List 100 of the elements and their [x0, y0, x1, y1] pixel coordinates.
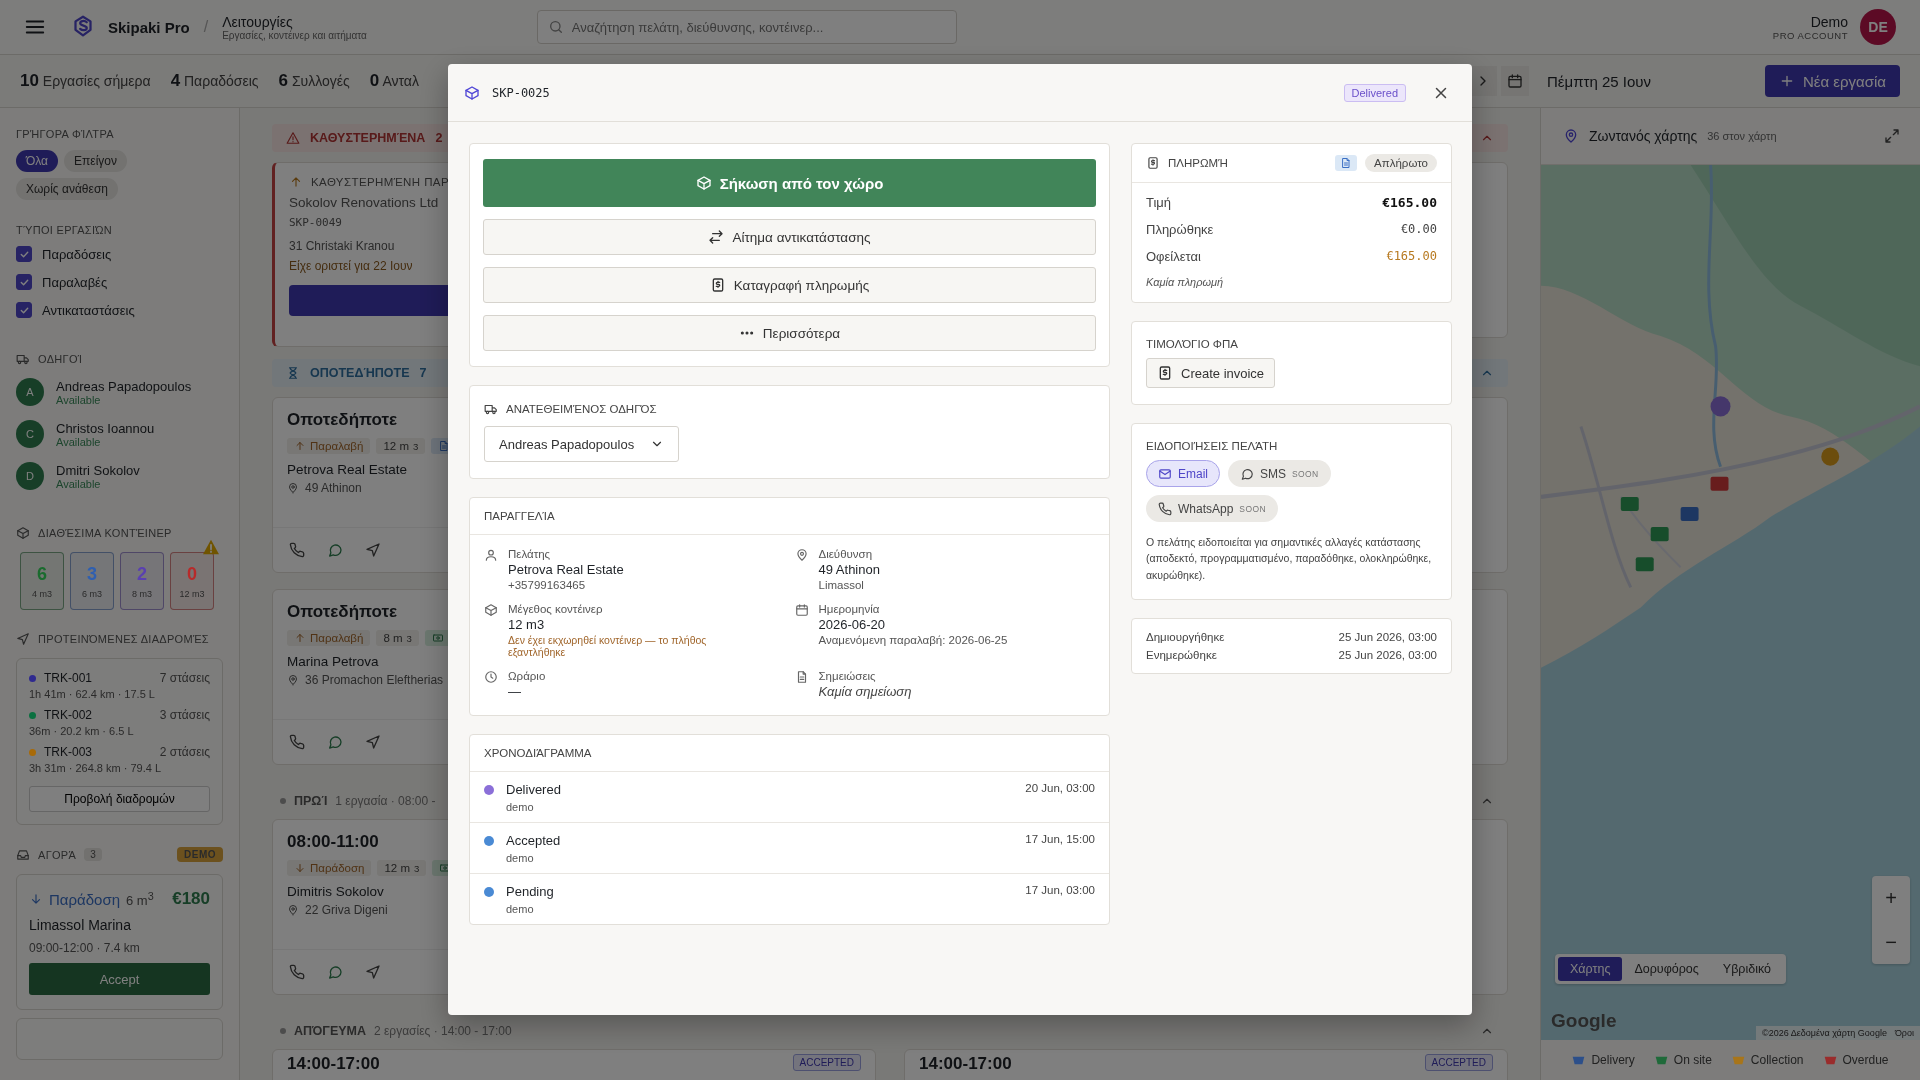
field-label: Πελάτης — [508, 548, 552, 560]
status-badge: ACCEPTED — [1424, 1054, 1493, 1071]
soon-tag: SOON — [1239, 503, 1266, 514]
section-count: 2 — [435, 131, 443, 145]
section-heading: ΤΎΠΟΙ ΕΡΓΑΣΙΏΝ — [16, 224, 114, 236]
payment-amount: €0.00 — [1400, 222, 1437, 237]
job-time: 14:00-17:00 — [287, 1054, 380, 1074]
field-value: 49 Athinon — [818, 562, 880, 577]
status-badge: Delivered — [1343, 83, 1406, 102]
user-name: Demo — [1810, 13, 1848, 30]
payment-note: Καμία πληρωμή — [1146, 276, 1225, 288]
card-title: ΑΝΑΤΕΘΕΙΜΈΝΟΣ ΟΔΗΓΌΣ — [506, 403, 657, 415]
event-user: demo — [506, 801, 535, 813]
driver-avatar: A — [16, 378, 44, 406]
job-address: 22 Griva Digeni — [305, 903, 388, 917]
container-count: 3 — [87, 563, 97, 585]
field-value: Καμία σημείωση — [818, 684, 912, 699]
driver-status: Available — [56, 477, 102, 490]
section-summary: 2 εργασίες · 14:00 - 17:00 — [374, 1024, 512, 1038]
job-time: 08:00-11:00 — [287, 832, 379, 852]
current-date: Πέμπτη 25 Ιουν — [1546, 72, 1651, 90]
section-heading: ΟΔΗΓΟΊ — [38, 353, 83, 365]
job-time: Οποτεδήποτε — [287, 602, 398, 622]
field-value: 2026-06-20 — [818, 617, 886, 632]
job-type-chip: Παράδοση — [287, 860, 372, 876]
due-note: Είχε οριστεί για 22 Ιουν — [289, 259, 413, 273]
stat-summary: 4 Παραδόσεις — [170, 71, 259, 91]
card-title: ΠΑΡΑΓΓΕΛΊΑ — [470, 498, 1109, 535]
event-status: Pending — [506, 884, 555, 899]
job-time: 14:00-17:00 — [919, 1054, 1012, 1074]
job-type-chip: Παραλαβή — [287, 630, 371, 646]
section-title: ΟΠΟΤΕΔΉΠΟΤΕ — [310, 366, 410, 380]
customer-name: Sokolov Renovations Ltd — [289, 195, 439, 210]
legend-label: Overdue — [1842, 1053, 1889, 1067]
event-status: Accepted — [506, 833, 562, 848]
job-address: 49 Athinon — [305, 481, 362, 495]
event-user: demo — [506, 903, 535, 915]
warning-text: Δεν έχει εκχωρηθεί κοντέινερ — το πλήθος εξαντλήθηκε — [508, 634, 708, 658]
card-title: ΠΛΗΡΩΜΉ — [1168, 157, 1228, 169]
driver-avatar: D — [16, 462, 44, 490]
payment-label: Πληρώθηκε — [1146, 222, 1214, 237]
driver-status: Available — [56, 435, 102, 448]
field-detail: +35799163465 — [508, 579, 587, 591]
container-count: 2 — [137, 563, 147, 585]
route-stops: 3 στάσεις — [159, 708, 210, 722]
container-size: 6 m3 — [82, 588, 102, 599]
job-address: 36 Promachon Eleftherias — [305, 673, 444, 687]
offer-details: 09:00-12:00 · 7.4 km — [29, 941, 141, 955]
payment-amount: €165.00 — [1382, 195, 1437, 210]
event-time: 17 Jun, 03:00 — [1025, 884, 1095, 896]
offer-price: €180 — [172, 889, 210, 909]
stat-summary: 0 Ανταλ — [369, 71, 419, 91]
payment-amount: €165.00 — [1386, 249, 1437, 264]
offer-place: Limassol Marina — [29, 917, 132, 933]
customer-name: Marina Petrova — [287, 654, 379, 669]
customer-name: Petrova Real Estate — [287, 462, 408, 477]
stat-summary: 6 Συλλογές — [278, 71, 350, 91]
section-summary: 1 εργασία · 08:00 - — [335, 794, 436, 808]
page-subtitle: Εργασίες, κοντέινερ και αιτήματα — [222, 29, 367, 41]
job-code: SKP-0049 — [289, 216, 342, 229]
legend-label: Collection — [1750, 1053, 1804, 1067]
app-name: Skipaki Pro — [108, 18, 190, 36]
legend-label: Delivery — [1591, 1053, 1635, 1067]
history-value: 25 Jun 2026, 03:00 — [1338, 630, 1437, 643]
section-heading: ΠΡΟΤΕΙΝΌΜΕΝΕΣ ΔΙΑΔΡΟΜΈΣ — [38, 633, 209, 645]
history-label: Δημιουργήθηκε — [1146, 630, 1225, 643]
route-stops: 2 στάσεις — [159, 745, 210, 759]
map-count: 36 στον χάρτη — [1707, 130, 1777, 142]
field-label: Σημειώσεις — [818, 670, 877, 682]
driver-avatar: C — [16, 420, 44, 448]
job-type-chip: Παραλαβή — [287, 438, 371, 454]
container-count: 0 — [187, 563, 197, 585]
job-time: Οποτεδήποτε — [287, 410, 398, 430]
job-address: 31 Christaki Kranou — [289, 239, 395, 253]
card-heading: ΚΑΘΥΣΤΕΡΗΜΈΝΗ ΠΑΡ — [311, 176, 449, 188]
section-title: ΚΑΘΥΣΤΕΡΗΜΈΝΑ — [310, 131, 426, 145]
event-status: Delivered — [506, 782, 562, 797]
field-value: Petrova Real Estate — [508, 562, 624, 577]
soon-tag: SOON — [1292, 468, 1319, 479]
section-heading: ΑΓΟΡΆ — [38, 848, 77, 861]
card-title: ΤΙΜΟΛΌΓΙΟ ΦΠΑ — [1146, 338, 1239, 350]
history-value: 25 Jun 2026, 03:00 — [1338, 648, 1437, 661]
driver-status: Available — [56, 393, 102, 406]
event-time: 20 Jun, 03:00 — [1025, 782, 1095, 794]
event-time: 17 Jun, 15:00 — [1025, 833, 1095, 845]
route-details: 3h 31m · 264.8 km · 79.4 L — [29, 762, 163, 774]
account-type: PRO ACCOUNT — [1772, 29, 1848, 41]
status-badge: ACCEPTED — [792, 1054, 861, 1071]
payment-status: Απλήρωτο — [1365, 154, 1437, 172]
event-user: demo — [506, 852, 535, 864]
container-size: 12 m3 — [179, 588, 205, 599]
container-size: 8 m3 — [132, 588, 152, 599]
route-stops: 7 στάσεις — [159, 671, 210, 685]
payment-label: Τιμή — [1146, 195, 1172, 210]
field-label: Ημερομηνία — [818, 603, 881, 615]
checkbox-label: Παραδόσεις — [42, 246, 112, 262]
map-logo: Google — [1551, 1010, 1617, 1032]
container-size: 4 m3 — [32, 588, 52, 599]
map-attribution: ©2026 Δεδομένα χάρτη Google — [1762, 1028, 1887, 1038]
field-label: Ωράριο — [508, 670, 546, 682]
